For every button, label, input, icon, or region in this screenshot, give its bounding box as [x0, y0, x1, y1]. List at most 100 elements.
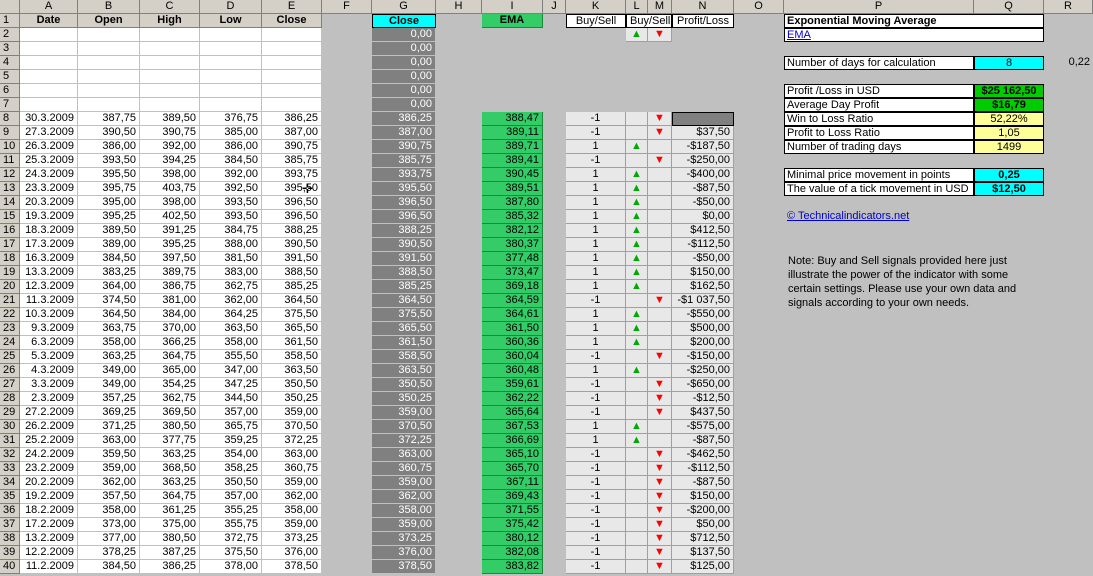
- buysell-cell[interactable]: 1: [566, 280, 626, 294]
- copyright-link[interactable]: © Technicalindicators.net: [784, 210, 1044, 224]
- open-cell[interactable]: 383,25: [78, 266, 140, 280]
- row-header[interactable]: 21: [0, 294, 20, 308]
- date-cell[interactable]: 30.3.2009: [20, 112, 78, 126]
- empty-cell[interactable]: [78, 56, 140, 70]
- buysell-cell[interactable]: 1: [566, 210, 626, 224]
- g-close-cell[interactable]: 365,50: [372, 322, 436, 336]
- date-cell[interactable]: 10.3.2009: [20, 308, 78, 322]
- ema-cell[interactable]: 360,48: [482, 364, 543, 378]
- close-cell[interactable]: 390,50: [262, 238, 322, 252]
- open-cell[interactable]: 384,50: [78, 560, 140, 574]
- high-cell[interactable]: 398,00: [140, 196, 200, 210]
- close-cell[interactable]: 350,25: [262, 392, 322, 406]
- date-cell[interactable]: 3.3.2009: [20, 378, 78, 392]
- buysell-cell[interactable]: -1: [566, 490, 626, 504]
- ema-cell[interactable]: 365,10: [482, 448, 543, 462]
- column-header-q[interactable]: Q: [974, 0, 1044, 14]
- low-cell[interactable]: 364,25: [200, 308, 262, 322]
- date-cell[interactable]: 9.3.2009: [20, 322, 78, 336]
- open-cell[interactable]: 359,50: [78, 448, 140, 462]
- low-cell[interactable]: 357,00: [200, 406, 262, 420]
- row-header[interactable]: 28: [0, 392, 20, 406]
- profit-loss-cell[interactable]: -$12,50: [672, 392, 734, 406]
- buysell-cell[interactable]: -1: [566, 462, 626, 476]
- column-header-l[interactable]: L: [626, 0, 648, 14]
- low-cell[interactable]: 384,50: [200, 154, 262, 168]
- date-cell[interactable]: 27.3.2009: [20, 126, 78, 140]
- row-header[interactable]: 16: [0, 224, 20, 238]
- empty-cell[interactable]: [200, 70, 262, 84]
- row-header[interactable]: 10: [0, 140, 20, 154]
- low-cell[interactable]: 347,00: [200, 364, 262, 378]
- low-cell[interactable]: 359,25: [200, 434, 262, 448]
- row-header[interactable]: 12: [0, 168, 20, 182]
- g-close-cell[interactable]: 396,50: [372, 210, 436, 224]
- row-header[interactable]: 15: [0, 210, 20, 224]
- open-cell[interactable]: 349,00: [78, 378, 140, 392]
- high-cell[interactable]: 365,00: [140, 364, 200, 378]
- ema-cell[interactable]: 366,69: [482, 434, 543, 448]
- high-cell[interactable]: 380,50: [140, 532, 200, 546]
- high-cell[interactable]: 391,25: [140, 224, 200, 238]
- low-cell[interactable]: 393,50: [200, 210, 262, 224]
- row-header[interactable]: 22: [0, 308, 20, 322]
- buysell-cell[interactable]: -1: [566, 378, 626, 392]
- profit-loss-cell[interactable]: -$87,50: [672, 182, 734, 196]
- profit-loss-cell[interactable]: -$1 037,50: [672, 294, 734, 308]
- profit-loss-cell[interactable]: $200,00: [672, 336, 734, 350]
- g-close-cell[interactable]: 391,50: [372, 252, 436, 266]
- row-header[interactable]: 9: [0, 126, 20, 140]
- empty-cell[interactable]: [262, 98, 322, 112]
- high-cell[interactable]: 395,25: [140, 238, 200, 252]
- empty-cell[interactable]: [78, 84, 140, 98]
- buysell-cell[interactable]: -1: [566, 560, 626, 574]
- row-header[interactable]: 32: [0, 448, 20, 462]
- close-cell[interactable]: 390,75: [262, 140, 322, 154]
- empty-cell[interactable]: [140, 84, 200, 98]
- profit-loss-cell[interactable]: $150,00: [672, 266, 734, 280]
- close-cell[interactable]: 358,00: [262, 504, 322, 518]
- profit-loss-cell[interactable]: $137,50: [672, 546, 734, 560]
- open-cell[interactable]: 374,50: [78, 294, 140, 308]
- high-cell[interactable]: 369,50: [140, 406, 200, 420]
- row-header[interactable]: 2: [0, 28, 20, 42]
- date-cell[interactable]: 23.2.2009: [20, 462, 78, 476]
- row-header[interactable]: 17: [0, 238, 20, 252]
- ema-cell[interactable]: 365,64: [482, 406, 543, 420]
- open-cell[interactable]: 358,00: [78, 336, 140, 350]
- high-cell[interactable]: 392,00: [140, 140, 200, 154]
- g-close-cell[interactable]: 396,50: [372, 196, 436, 210]
- buysell-cell[interactable]: 1: [566, 238, 626, 252]
- ema-cell[interactable]: 369,18: [482, 280, 543, 294]
- open-cell[interactable]: 357,25: [78, 392, 140, 406]
- row-header[interactable]: 7: [0, 98, 20, 112]
- buysell-cell[interactable]: -1: [566, 518, 626, 532]
- g-close-cell[interactable]: 390,50: [372, 238, 436, 252]
- close-cell[interactable]: 360,75: [262, 462, 322, 476]
- close-cell[interactable]: 386,25: [262, 112, 322, 126]
- g-close-cell[interactable]: 0,00: [372, 98, 436, 112]
- tick-input[interactable]: 0,25: [974, 168, 1044, 182]
- high-cell[interactable]: 397,50: [140, 252, 200, 266]
- row-header[interactable]: 23: [0, 322, 20, 336]
- g-close-cell[interactable]: 359,00: [372, 518, 436, 532]
- g-close-cell[interactable]: 363,50: [372, 364, 436, 378]
- row-header[interactable]: 35: [0, 490, 20, 504]
- row-header[interactable]: 27: [0, 378, 20, 392]
- empty-cell[interactable]: [200, 84, 262, 98]
- ema-link[interactable]: EMA: [784, 28, 1044, 42]
- high-cell[interactable]: 368,50: [140, 462, 200, 476]
- column-header-h[interactable]: H: [436, 0, 482, 14]
- open-cell[interactable]: 395,75: [78, 182, 140, 196]
- ema-cell[interactable]: 364,59: [482, 294, 543, 308]
- g-close-cell[interactable]: 388,50: [372, 266, 436, 280]
- ema-cell[interactable]: 389,51: [482, 182, 543, 196]
- high-cell[interactable]: 381,00: [140, 294, 200, 308]
- close-cell[interactable]: 359,00: [262, 476, 322, 490]
- date-cell[interactable]: 16.3.2009: [20, 252, 78, 266]
- row-header[interactable]: 29: [0, 406, 20, 420]
- open-cell[interactable]: 377,00: [78, 532, 140, 546]
- low-cell[interactable]: 384,75: [200, 224, 262, 238]
- g-close-cell[interactable]: 363,00: [372, 448, 436, 462]
- ema-cell[interactable]: 382,08: [482, 546, 543, 560]
